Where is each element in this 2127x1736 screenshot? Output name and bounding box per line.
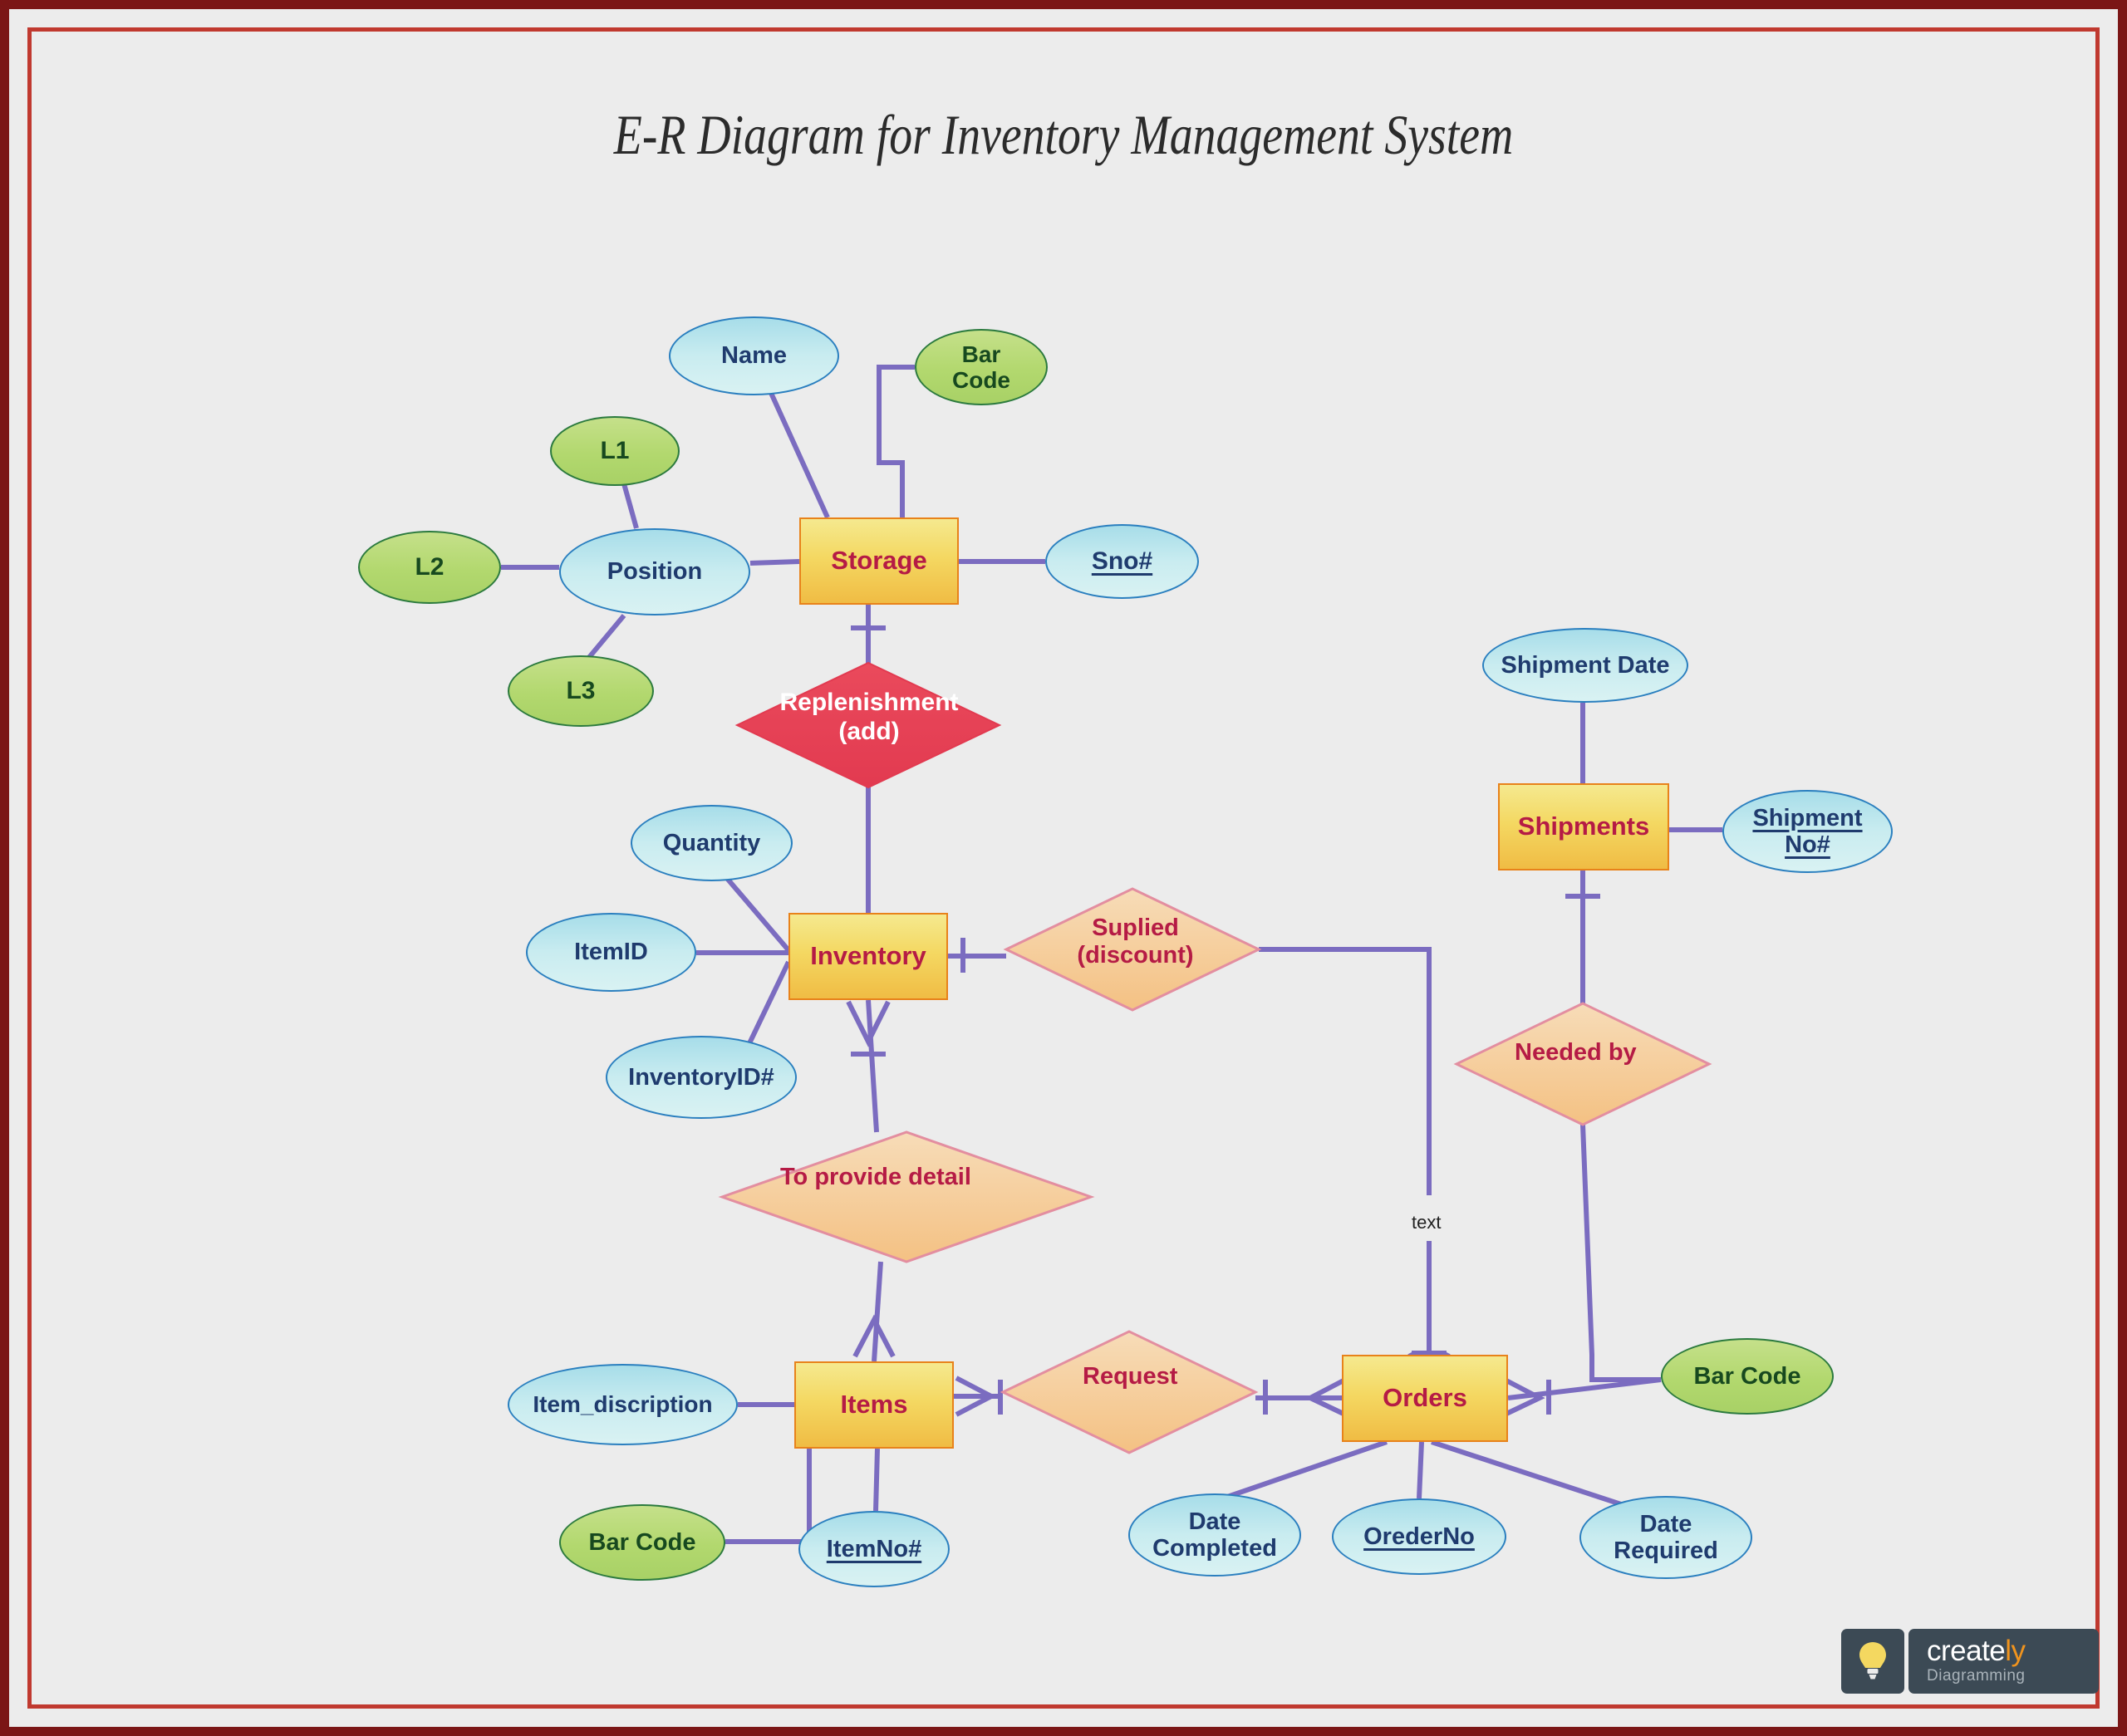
attribute-itemid[interactable]: ItemID: [526, 913, 696, 992]
entity-storage[interactable]: Storage: [799, 517, 959, 605]
attribute-label: Name: [721, 342, 787, 370]
edge-inventory-detail: [866, 999, 879, 1133]
attribute-item-discription[interactable]: Item_discription: [508, 1364, 738, 1445]
attribute-label: L3: [566, 677, 596, 705]
attribute-label: Position: [607, 558, 703, 586]
edge-label-text: text: [1412, 1212, 1442, 1233]
attribute-bar-code-orders[interactable]: Bar Code: [1661, 1338, 1834, 1415]
attribute-label-key: Shipment No#: [1752, 804, 1863, 858]
diamond-to-provide-detail: [718, 1130, 1095, 1263]
attribute-label: Bar Code: [1693, 1362, 1801, 1390]
edge-barcode-items: [725, 1449, 812, 1544]
edge-orders-daterequired: [1431, 1439, 1622, 1507]
attribute-position[interactable]: Position: [559, 528, 750, 615]
relationship-label-suplied: Suplied (discount): [1077, 915, 1194, 969]
entity-items[interactable]: Items: [794, 1361, 954, 1449]
edge-orders-orderno: [1417, 1441, 1424, 1499]
attribute-label: Quantity: [662, 829, 761, 856]
attribute-itemno[interactable]: ItemNo#: [798, 1511, 950, 1587]
attribute-l1[interactable]: L1: [550, 416, 680, 486]
attribute-label: Date Completed: [1152, 1508, 1277, 1562]
attribute-label: Date Required: [1614, 1510, 1718, 1564]
entity-label: Storage: [831, 546, 927, 576]
attribute-label: Bar Code: [952, 341, 1010, 393]
attribute-date-completed[interactable]: Date Completed: [1128, 1493, 1301, 1577]
entity-label: Shipments: [1517, 812, 1650, 841]
edge-position-storage: [749, 559, 800, 566]
entity-shipments[interactable]: Shipments: [1498, 783, 1669, 870]
attribute-label: L1: [600, 437, 630, 465]
creately-subtitle: Diagramming: [1927, 1667, 2026, 1685]
er-diagram-page: E-R Diagram for Inventory Management Sys…: [0, 0, 2127, 1736]
attribute-inventoryid[interactable]: InventoryID#: [606, 1036, 797, 1119]
attribute-label: Item_discription: [533, 1391, 713, 1418]
attribute-label-key: ItemNo#: [826, 1535, 922, 1562]
attribute-label: Shipment Date: [1501, 651, 1670, 679]
attribute-label: Bar Code: [588, 1528, 696, 1556]
attribute-label: InventoryID#: [628, 1063, 774, 1091]
edge-itemno-items: [873, 1448, 880, 1512]
entity-inventory[interactable]: Inventory: [788, 913, 948, 1000]
entity-label: Inventory: [810, 941, 926, 971]
edge-neededby-orders: [1580, 1124, 1661, 1382]
lightbulb-icon: [1859, 1642, 1886, 1680]
relationship-label-replenishment: Replenishment (add): [779, 689, 959, 745]
attribute-shipment-date[interactable]: Shipment Date: [1482, 628, 1688, 703]
lightbulb-panel: [1841, 1629, 1904, 1694]
creately-brand-panel: creately Diagramming: [1908, 1629, 2099, 1694]
edge-barcode-storage: [877, 365, 915, 517]
attribute-label: L2: [415, 553, 445, 581]
creately-watermark[interactable]: creately Diagramming: [1841, 1629, 2099, 1694]
attribute-label-key: OrederNo: [1363, 1523, 1475, 1550]
attribute-orderno[interactable]: OrederNo: [1332, 1498, 1506, 1575]
attribute-bar-code-items[interactable]: Bar Code: [559, 1504, 725, 1581]
attribute-l2[interactable]: L2: [358, 531, 501, 604]
attribute-sno[interactable]: Sno#: [1045, 524, 1199, 599]
creately-brand-main: create: [1927, 1635, 2006, 1668]
attribute-bar-code-storage[interactable]: Bar Code: [915, 329, 1048, 405]
attribute-label-key: Sno#: [1091, 547, 1153, 576]
relationship-label-needed-by: Needed by: [1515, 1039, 1637, 1066]
edge-detail-items: [872, 1261, 883, 1362]
attribute-label: ItemID: [574, 939, 648, 966]
entity-orders[interactable]: Orders: [1342, 1355, 1508, 1442]
entity-label: Orders: [1383, 1383, 1467, 1413]
attribute-name[interactable]: Name: [669, 316, 839, 395]
creately-brand: creately: [1927, 1636, 2099, 1665]
entity-label: Items: [840, 1390, 908, 1420]
relationship-label-request: Request: [1083, 1363, 1178, 1390]
relationship-label-to-provide-detail: To provide detail: [780, 1164, 971, 1190]
attribute-l3[interactable]: L3: [508, 655, 654, 727]
attribute-shipment-no[interactable]: Shipment No#: [1722, 790, 1893, 873]
attribute-date-required[interactable]: Date Required: [1579, 1496, 1752, 1579]
diamond-request: [1000, 1330, 1259, 1454]
attribute-quantity[interactable]: Quantity: [631, 805, 793, 881]
creately-brand-accent: ly: [2005, 1635, 2026, 1668]
edge-suplied-orders-a: [1259, 947, 1432, 1195]
